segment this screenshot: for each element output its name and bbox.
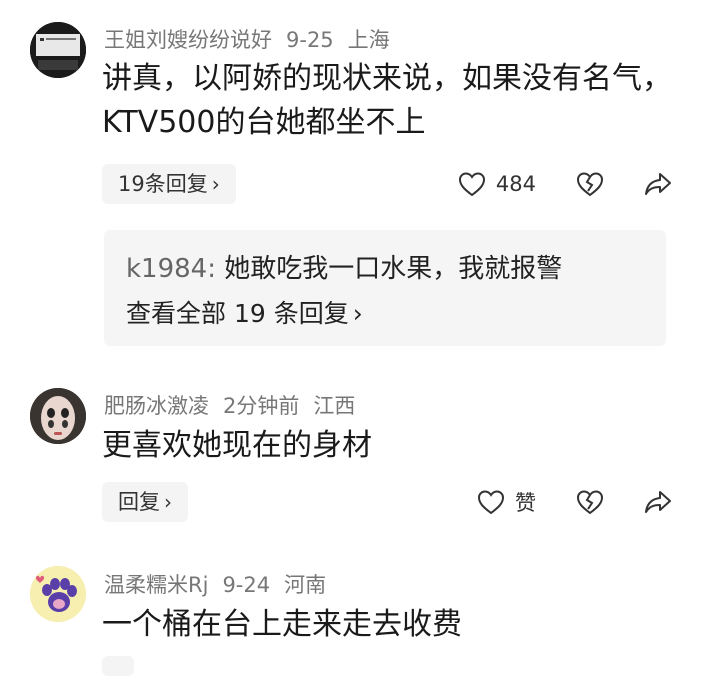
avatar[interactable] <box>30 388 86 444</box>
chevron-right-icon: › <box>211 172 220 196</box>
heart-outline-icon <box>477 490 505 515</box>
broken-heart-icon <box>576 172 604 197</box>
comment-actions: 484 <box>418 164 672 204</box>
sub-reply-username[interactable]: k1984: <box>126 254 216 284</box>
username[interactable]: 温柔糯米Rj <box>104 573 208 597</box>
comment-date: 9-25 <box>286 28 334 52</box>
broken-heart-icon <box>576 490 604 515</box>
like-count: 484 <box>495 172 536 196</box>
comment-actions: 赞 <box>437 482 672 522</box>
replies-label: 19条回复 <box>118 172 208 196</box>
reply-button[interactable]: 回复 › <box>102 482 188 522</box>
sub-replies[interactable]: k1984: 她敢吃我一口水果，我就报警 查看全部 19 条回复 › <box>104 230 666 346</box>
reply-label: 回复 <box>118 490 160 514</box>
view-all-replies-link[interactable]: 查看全部 19 条回复 › <box>126 294 363 330</box>
chevron-right-icon: › <box>164 490 172 514</box>
replies-button[interactable]: 19条回复 › <box>102 164 236 204</box>
heart-outline-icon <box>458 172 485 197</box>
comment-location: 上海 <box>347 28 390 52</box>
comment-location: 江西 <box>313 394 356 418</box>
comment-text: 一个桶在台上走来走去收费 <box>102 603 702 647</box>
username[interactable]: 王姐刘嫂纷纷说好 <box>104 28 272 52</box>
comment-meta: 肥肠冰激凌 2分钟前 江西 <box>104 390 369 420</box>
view-all-label: 查看全部 19 条回复 <box>126 299 349 328</box>
dislike-button[interactable] <box>576 489 604 515</box>
comment-text-line: 讲真，以阿娇的现状来说，如果没有名气， <box>102 61 672 96</box>
dislike-button[interactable] <box>576 171 604 197</box>
sub-reply: k1984: 她敢吃我一口水果，我就报警 <box>126 248 562 285</box>
avatar[interactable] <box>30 566 86 622</box>
comment-text: 讲真，以阿娇的现状来说，如果没有名气， KTV500的台她都坐不上 <box>102 57 702 145</box>
like-button[interactable]: 赞 <box>477 487 536 517</box>
sub-reply-text: 她敢吃我一口水果，我就报警 <box>224 254 563 284</box>
like-button[interactable]: 484 <box>458 171 536 197</box>
comment-text-line: 一个桶在台上走来走去收费 <box>102 607 462 642</box>
reply-button-partial[interactable] <box>102 656 134 676</box>
comment-text-line: 更喜欢她现在的身材 <box>102 428 372 463</box>
comment-location: 河南 <box>284 573 327 597</box>
comment-date: 2分钟前 <box>223 394 300 418</box>
comment-meta: 温柔糯米Rj 9-24 河南 <box>104 569 340 599</box>
comment-text: 更喜欢她现在的身材 <box>102 424 702 468</box>
share-arrow-icon <box>645 491 671 513</box>
like-label: 赞 <box>515 491 536 515</box>
username[interactable]: 肥肠冰激凌 <box>104 394 209 418</box>
chevron-right-icon: › <box>352 299 363 328</box>
avatar[interactable] <box>30 22 86 78</box>
share-button[interactable] <box>644 489 672 515</box>
comment-date: 9-24 <box>222 573 271 597</box>
comment-meta: 王姐刘嫂纷纷说好 9-25 上海 <box>104 24 404 54</box>
share-button[interactable] <box>644 171 672 197</box>
comment-text-line: KTV500的台她都坐不上 <box>102 105 426 140</box>
share-arrow-icon <box>645 173 671 195</box>
